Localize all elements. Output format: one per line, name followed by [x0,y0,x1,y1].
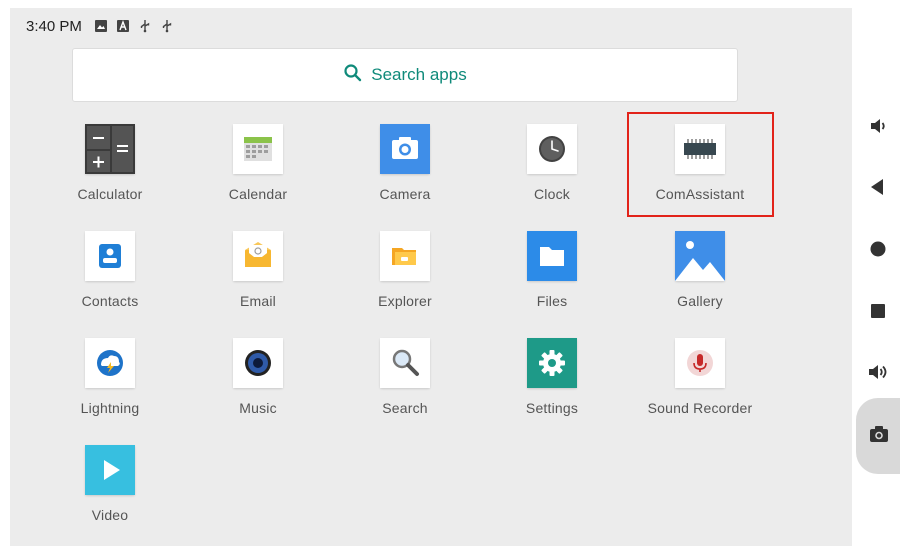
app-label: Search [382,400,428,416]
app-label: Sound Recorder [647,400,753,416]
back-button[interactable] [856,167,900,211]
home-icon [867,238,889,265]
camera-icon [380,124,430,174]
app-label: Calendar [228,186,288,202]
app-label: ComAssistant [655,186,745,202]
app-search[interactable]: Search [335,338,475,438]
volume-down-icon [867,115,889,142]
gallery-icon [675,231,725,281]
app-gallery[interactable]: Gallery [630,231,770,331]
app-files[interactable]: Files [482,231,622,331]
app-calendar[interactable]: Calendar [188,124,328,224]
calculator-icon [85,124,135,174]
app-label: Gallery [677,293,723,309]
play-icon [85,445,135,495]
volume-down-button[interactable] [856,106,900,150]
app-label: Music [239,400,277,416]
folder-open-icon [380,231,430,281]
app-label: Email [239,293,276,309]
app-label: Calculator [77,186,143,202]
chip-icon [675,124,725,174]
app-label: Camera [379,186,431,202]
speaker-icon [233,338,283,388]
screenshot-button[interactable] [856,398,900,474]
contacts-icon [85,231,135,281]
volume-up-icon [867,361,889,388]
home-screen: 3:40 PM Search apps Calculator Calendar … [10,8,852,546]
app-label: Lightning [80,400,140,416]
app-camera[interactable]: Camera [335,124,475,224]
app-label: Contacts [81,293,139,309]
app-music[interactable]: Music [188,338,328,438]
lightning-icon [85,338,135,388]
app-label: Video [91,507,129,523]
app-label: Explorer [378,293,432,309]
clock-icon [527,124,577,174]
app-grid: Calculator Calendar Camera Clock ComAssi [10,8,852,546]
volume-up-button[interactable] [856,352,900,396]
app-contacts[interactable]: Contacts [40,231,180,331]
microphone-icon [675,338,725,388]
app-clock[interactable]: Clock [482,124,622,224]
back-icon [867,176,889,203]
app-settings[interactable]: Settings [482,338,622,438]
recents-icon [867,300,889,327]
app-label: Clock [533,186,570,202]
recents-button[interactable] [856,291,900,335]
email-icon [233,231,283,281]
home-button[interactable] [856,229,900,273]
folder-icon [527,231,577,281]
app-sound-recorder[interactable]: Sound Recorder [630,338,770,438]
app-explorer[interactable]: Explorer [335,231,475,331]
app-label: Settings [525,400,579,416]
app-lightning[interactable]: Lightning [40,338,180,438]
calendar-icon [233,124,283,174]
app-calculator[interactable]: Calculator [40,124,180,224]
app-email[interactable]: Email [188,231,328,331]
magnifier-icon [380,338,430,388]
app-comassistant[interactable]: ComAssistant [630,124,770,224]
app-label: Files [536,293,568,309]
screenshot-icon [868,423,890,450]
gear-icon [527,338,577,388]
navigation-bar [856,100,900,480]
app-video[interactable]: Video [40,445,180,545]
